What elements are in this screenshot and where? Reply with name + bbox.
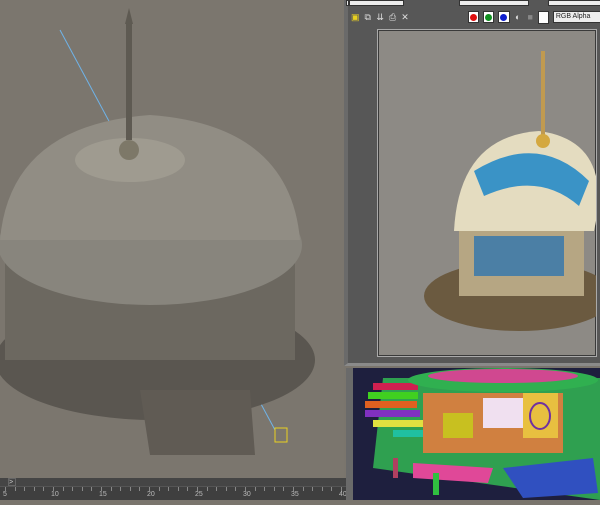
green-channel-toggle[interactable]	[483, 11, 495, 23]
ruler-label: 30	[243, 491, 251, 498]
color-swatch[interactable]	[538, 10, 549, 24]
ruler-tick	[177, 487, 179, 491]
ruler-label: 35	[291, 491, 299, 498]
yurt-textured-render	[424, 51, 600, 331]
ruler-tick	[14, 487, 16, 491]
viewport-field[interactable]	[459, 0, 529, 6]
yurt-color-id-render	[365, 368, 600, 500]
ruler-tick	[72, 487, 74, 491]
ruler-label: 15	[99, 491, 107, 498]
viewport-border	[346, 368, 353, 500]
channel-display-dropdown[interactable]: RGB Alpha	[552, 11, 600, 23]
ruler-tick	[302, 487, 304, 491]
ruler-tick	[283, 487, 285, 491]
save-image-icon[interactable]: ▣	[351, 12, 360, 23]
ruler-tick	[216, 487, 218, 491]
rendered-image	[377, 29, 600, 357]
time-slider[interactable]: >	[0, 478, 346, 486]
ruler-tick	[158, 487, 160, 491]
ruler-tick	[331, 487, 333, 491]
ruler-tick	[129, 487, 131, 491]
ruler-tick	[120, 487, 122, 491]
ruler-tick	[139, 487, 141, 491]
ruler-tick	[254, 487, 256, 491]
blue-channel-toggle[interactable]	[498, 11, 510, 23]
spacer	[348, 0, 350, 6]
ruler-tick	[264, 487, 266, 491]
clear-icon[interactable]: ✕	[401, 12, 409, 23]
ruler-tick	[321, 487, 323, 491]
ruler-tick	[33, 487, 35, 491]
render-toolbar: ▣ ⧉ ⇊ ⎙ ✕ ◐ ■ RGB Alpha	[348, 9, 600, 25]
ruler-tick	[312, 487, 314, 491]
ruler-label: 10	[51, 491, 59, 498]
ruler-tick	[110, 487, 112, 491]
render-frame-window: ▣ ⧉ ⇊ ⎙ ✕ ◐ ■ RGB Alpha	[344, 0, 600, 366]
ruler-tick	[187, 487, 189, 491]
yurt-clay-model	[0, 8, 315, 455]
ruler-tick	[91, 487, 93, 491]
ruler-tick	[273, 487, 275, 491]
print-icon[interactable]: ⎙	[388, 12, 396, 23]
clone-window-icon[interactable]: ⇊	[376, 12, 384, 23]
ruler-tick	[81, 487, 83, 491]
next-frame-button[interactable]: >	[8, 478, 16, 486]
ruler-label: 5	[3, 491, 7, 498]
red-channel-toggle[interactable]	[467, 11, 480, 23]
ruler-tick	[24, 487, 26, 491]
alpha-toggle-icon[interactable]: ◐	[514, 12, 522, 22]
color-id-viewport[interactable]	[353, 368, 600, 500]
ruler-label: 25	[195, 491, 203, 498]
ruler-tick	[225, 487, 227, 491]
ruler-tick	[168, 487, 170, 491]
area-field[interactable]	[346, 0, 404, 6]
copy-image-icon[interactable]: ⧉	[364, 12, 372, 23]
timeline-ruler[interactable]: 5 10 15 20 25 30 35 40	[0, 486, 352, 500]
perspective-viewport[interactable]	[0, 0, 344, 478]
preset-field[interactable]	[548, 0, 600, 6]
ruler-tick	[235, 487, 237, 491]
ruler-tick	[43, 487, 45, 491]
mono-toggle-icon[interactable]: ■	[526, 12, 534, 22]
ruler-tick	[206, 487, 208, 491]
ruler-label: 20	[147, 491, 155, 498]
ruler-tick	[62, 487, 64, 491]
